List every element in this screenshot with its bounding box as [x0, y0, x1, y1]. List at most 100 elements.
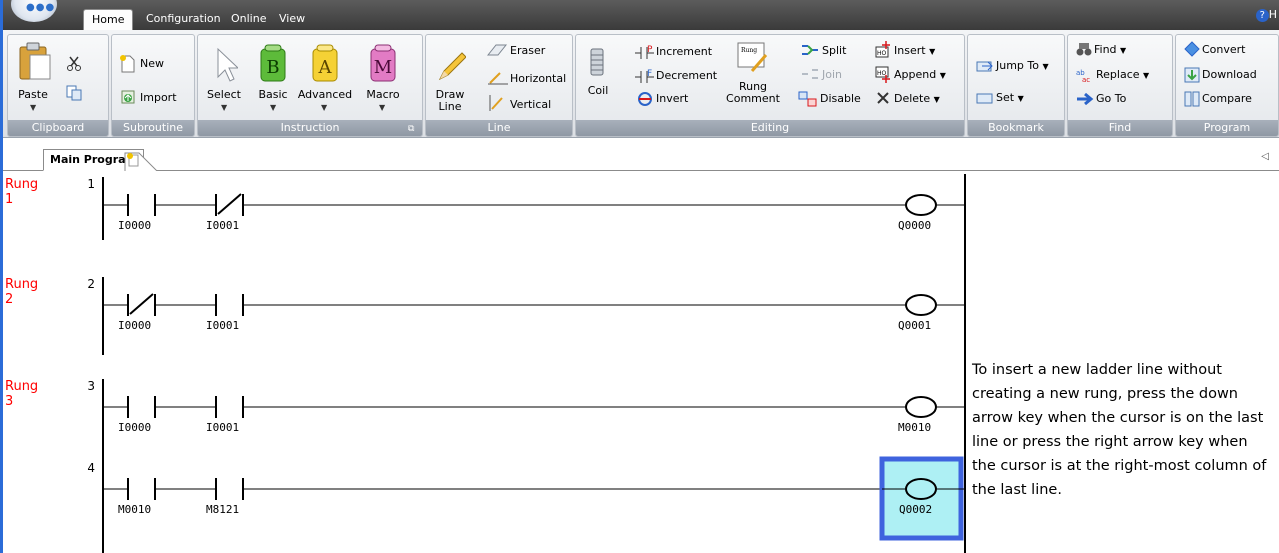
macro-button[interactable]: Macro: [362, 89, 404, 101]
contact-no[interactable]: [127, 396, 156, 418]
contact-no[interactable]: [215, 396, 244, 418]
rung-comment-button[interactable]: Rung Comment: [726, 81, 780, 105]
jump-to-icon: [976, 61, 993, 72]
coil-button[interactable]: Coil: [580, 85, 616, 97]
set-bookmark-button[interactable]: Set ▼: [996, 91, 1024, 104]
rung-comment-icon: Rung: [737, 42, 768, 72]
rung-3[interactable]: [102, 379, 965, 553]
join-button[interactable]: Join: [822, 68, 842, 81]
set-label: Set: [996, 91, 1015, 104]
contact-no[interactable]: [215, 478, 244, 500]
contact-no[interactable]: [127, 478, 156, 500]
advanced-button[interactable]: Advanced: [296, 89, 354, 101]
line-number: 3: [87, 379, 95, 393]
tab-home[interactable]: Home: [83, 9, 134, 30]
scroll-tabs-left-icon[interactable]: ◁: [1261, 151, 1269, 162]
coil[interactable]: [905, 396, 937, 418]
import-subroutine-button[interactable]: Import: [140, 91, 177, 104]
disable-icon: [798, 91, 817, 107]
coil[interactable]: [905, 194, 937, 216]
help-icon: ?: [1255, 9, 1269, 22]
jump-to-button[interactable]: Jump To ▼: [996, 59, 1049, 72]
download-button[interactable]: Download: [1202, 68, 1257, 81]
contact-nc[interactable]: [127, 293, 156, 316]
rung-word: Rung: [5, 379, 39, 394]
select-button[interactable]: Select: [204, 89, 244, 101]
group-label-bookmark: Bookmark: [968, 120, 1064, 136]
basic-instruction-icon: B: [260, 44, 286, 82]
new-file-icon: [120, 55, 135, 73]
new-tab-icon[interactable]: [123, 151, 159, 171]
split-icon: [802, 45, 818, 55]
compare-button[interactable]: Compare: [1202, 92, 1252, 105]
join-icon: [802, 69, 818, 79]
line-number: 4: [87, 461, 95, 475]
rung-2[interactable]: [102, 277, 965, 355]
group-label-editing: Editing: [576, 120, 964, 136]
go-to-arrow-icon: [1077, 93, 1094, 105]
new-subroutine-button[interactable]: New: [140, 57, 164, 70]
go-to-button[interactable]: Go To: [1096, 92, 1126, 105]
tab-online[interactable]: Online: [223, 9, 274, 30]
macro-glyph: M: [374, 57, 392, 78]
basic-glyph: B: [266, 57, 279, 78]
rung-number: 2: [5, 292, 14, 307]
rung-comment-label-2: Comment: [726, 92, 780, 105]
rung-word: Rung: [5, 177, 39, 192]
dialog-launcher-icon[interactable]: ⧉: [408, 124, 414, 134]
contact-no[interactable]: [127, 194, 156, 216]
coil[interactable]: [905, 294, 937, 316]
ladder-editor-window: ●●● Home Configuration Online View Paste…: [0, 0, 968, 553]
jump-to-label: Jump To: [996, 59, 1039, 72]
paste-button[interactable]: Paste: [12, 89, 54, 101]
rung-label: Rung 1: [5, 177, 38, 207]
menu-bar-right: ? H: [965, 0, 1279, 30]
replace-button[interactable]: Replace ▼: [1096, 68, 1149, 81]
eraser-button[interactable]: Eraser: [510, 44, 545, 57]
contact-nc[interactable]: [215, 193, 244, 216]
ladder-diagram[interactable]: Rung 1 Rung 2 Rung 3 1 2 3 4 I0000 I0001 Q0…: [3, 172, 968, 553]
find-button[interactable]: Find ▼: [1094, 43, 1126, 56]
invert-button[interactable]: Invert: [656, 92, 688, 105]
vertical-line-button[interactable]: Vertical: [510, 98, 551, 111]
group-program: Convert Download Compare Program: [1175, 34, 1279, 137]
paste-icon: [19, 42, 51, 80]
operand-label: I0001: [206, 319, 240, 332]
basic-button[interactable]: Basic: [253, 89, 293, 101]
operand-label: M8121: [206, 503, 240, 516]
decrement-icon: F: [635, 69, 654, 83]
tab-view[interactable]: View: [271, 9, 313, 30]
help-button[interactable]: ? H: [1255, 8, 1277, 22]
increment-button[interactable]: Increment: [656, 45, 712, 58]
chevron-down-icon: ▼: [270, 103, 277, 112]
coil-label: Q0002: [899, 503, 933, 516]
delete-icon: [877, 92, 889, 104]
horizontal-line-button[interactable]: Horizontal: [510, 72, 566, 85]
coil[interactable]: [905, 478, 937, 500]
cut-icon[interactable]: [66, 55, 82, 71]
convert-icon: [1184, 41, 1200, 57]
append-button[interactable]: Append ▼: [894, 68, 946, 81]
tab-strip-right: ◁: [965, 147, 1279, 171]
compare-icon: [1184, 91, 1200, 107]
group-line: Draw Line Eraser Horizontal Vertical Lin…: [425, 34, 573, 137]
convert-button[interactable]: Convert: [1202, 43, 1246, 56]
application-menu-button[interactable]: ●●●: [11, 0, 57, 22]
group-label-find: Find: [1068, 120, 1172, 136]
draw-line-button[interactable]: Draw Line: [430, 89, 470, 113]
insert-button[interactable]: Insert ▼: [894, 44, 935, 57]
chevron-down-icon: ▼: [30, 103, 37, 112]
find-binoculars-icon: [1076, 43, 1092, 56]
split-button[interactable]: Split: [822, 44, 846, 57]
instruction-note: To insert a new ladder line without crea…: [972, 362, 1267, 498]
replace-label: Replace: [1096, 68, 1140, 81]
copy-icon[interactable]: [66, 85, 82, 101]
disable-button[interactable]: Disable: [820, 92, 861, 105]
coil-icon: [590, 48, 604, 76]
contact-no[interactable]: [215, 294, 244, 316]
tab-configuration[interactable]: Configuration: [138, 9, 229, 30]
app-logo-icon: ●●●: [26, 2, 56, 13]
invert-icon: [638, 92, 652, 106]
delete-button[interactable]: Delete ▼: [894, 92, 940, 105]
decrement-button[interactable]: Decrement: [656, 69, 717, 82]
